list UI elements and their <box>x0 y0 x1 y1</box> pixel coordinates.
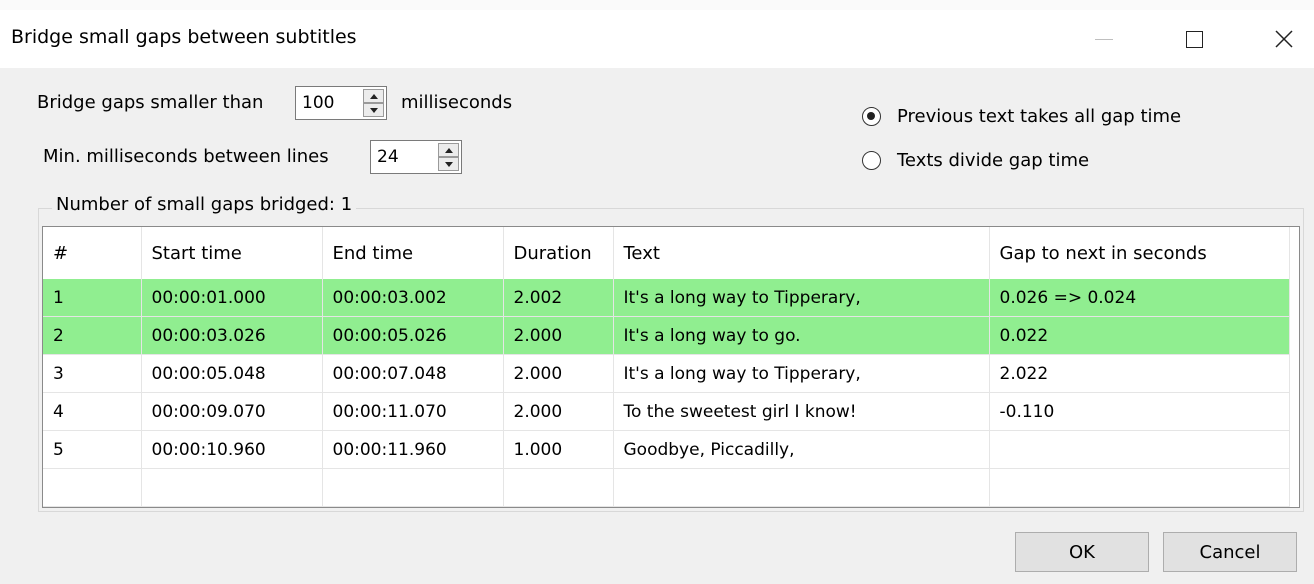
maximize-button[interactable] <box>1154 10 1234 68</box>
cell-start-time: 00:00:10.960 <box>141 430 323 469</box>
cell-duration: 1.000 <box>503 430 614 469</box>
close-button[interactable] <box>1244 10 1314 68</box>
cell-end-time: 00:00:11.960 <box>322 430 504 469</box>
close-icon <box>1275 30 1293 48</box>
bridge-gaps-spin-buttons[interactable] <box>363 89 384 117</box>
table-header-row: # Start time End time Duration Text Gap … <box>43 227 1290 279</box>
cell-end-time: 00:00:11.070 <box>322 392 504 431</box>
cell-end-time: 00:00:03.002 <box>322 279 504 317</box>
maximize-icon <box>1185 30 1203 48</box>
column-header-end-time[interactable]: End time <box>322 227 504 279</box>
min-ms-stepper[interactable] <box>370 140 462 174</box>
radio-selected-dot <box>867 112 875 120</box>
cell-number: 5 <box>43 430 142 469</box>
bridge-gaps-input[interactable] <box>296 87 362 119</box>
cell-end-time: 00:00:05.026 <box>322 316 504 355</box>
dialog-title: Bridge small gaps between subtitles <box>11 26 357 48</box>
column-header-number[interactable]: # <box>43 227 142 279</box>
cell-text: Goodbye, Piccadilly, <box>613 430 990 469</box>
cell-number: 3 <box>43 354 142 393</box>
min-ms-input[interactable] <box>371 141 437 173</box>
table-row[interactable]: 5 00:00:10.960 00:00:11.960 1.000 Goodby… <box>43 430 1290 469</box>
minimize-button[interactable] <box>1064 10 1144 68</box>
minimize-icon <box>1095 38 1113 40</box>
radio-divide-gap[interactable] <box>862 151 881 170</box>
cell-start-time: 00:00:05.048 <box>141 354 323 393</box>
min-ms-increment-button[interactable] <box>438 143 459 157</box>
cell-number: 4 <box>43 392 142 431</box>
bridge-gaps-decrement-button[interactable] <box>363 103 384 117</box>
table-row[interactable]: 3 00:00:05.048 00:00:07.048 2.000 It's a… <box>43 354 1290 393</box>
bridge-gaps-increment-button[interactable] <box>363 89 384 103</box>
min-ms-decrement-button[interactable] <box>438 157 459 171</box>
cell-number: 2 <box>43 316 142 355</box>
cell-duration: 2.000 <box>503 316 614 355</box>
cancel-button[interactable]: Cancel <box>1163 532 1297 572</box>
cell-text: It's a long way to go. <box>613 316 990 355</box>
subtitles-list[interactable]: # Start time End time Duration Text Gap … <box>42 226 1300 508</box>
dialog-window: Bridge small gaps between subtitles Brid… <box>0 0 1314 584</box>
arrow-down-icon <box>444 161 453 167</box>
cell-text: To the sweetest girl I know! <box>613 392 990 431</box>
cell-gap: 0.022 <box>989 316 1290 355</box>
min-ms-label: Min. milliseconds between lines <box>43 146 329 167</box>
cell-start-time: 00:00:03.026 <box>141 316 323 355</box>
column-header-duration[interactable]: Duration <box>503 227 614 279</box>
table-row[interactable]: 4 00:00:09.070 00:00:11.070 2.000 To the… <box>43 392 1290 431</box>
column-header-gap[interactable]: Gap to next in seconds <box>989 227 1290 279</box>
subtitles-table: # Start time End time Duration Text Gap … <box>43 227 1290 507</box>
cell-text: It's a long way to Tipperary, <box>613 354 990 393</box>
min-ms-spin-buttons[interactable] <box>438 143 459 171</box>
cell-text: It's a long way to Tipperary, <box>613 279 990 317</box>
bridge-gaps-label: Bridge gaps smaller than <box>37 92 264 113</box>
cell-duration: 2.002 <box>503 279 614 317</box>
column-header-start-time[interactable]: Start time <box>141 227 323 279</box>
gaps-bridged-count-label: Number of small gaps bridged: 1 <box>52 194 357 215</box>
arrow-up-icon <box>369 93 378 99</box>
title-bar[interactable]: Bridge small gaps between subtitles <box>0 10 1314 68</box>
arrow-down-icon <box>369 107 378 113</box>
cell-duration: 2.000 <box>503 354 614 393</box>
cell-duration: 2.000 <box>503 392 614 431</box>
cell-number: 1 <box>43 279 142 317</box>
table-row[interactable]: 1 00:00:01.000 00:00:03.002 2.002 It's a… <box>43 279 1290 317</box>
cell-start-time: 00:00:01.000 <box>141 279 323 317</box>
ok-button[interactable]: OK <box>1015 532 1149 572</box>
table-row[interactable]: 2 00:00:03.026 00:00:05.026 2.000 It's a… <box>43 316 1290 355</box>
cell-gap: 2.022 <box>989 354 1290 393</box>
cell-gap: -0.110 <box>989 392 1290 431</box>
cancel-button-label: Cancel <box>1199 541 1261 563</box>
arrow-up-icon <box>444 147 453 153</box>
background-strip <box>0 0 1314 10</box>
cell-gap <box>989 430 1290 469</box>
bridge-gaps-stepper[interactable] <box>295 86 387 120</box>
bridge-gaps-unit-label: milliseconds <box>401 92 513 113</box>
cell-gap: 0.026 => 0.024 <box>989 279 1290 317</box>
ok-button-label: OK <box>1069 541 1095 563</box>
column-header-text[interactable]: Text <box>613 227 990 279</box>
radio-previous-text[interactable] <box>862 107 881 126</box>
cell-end-time: 00:00:07.048 <box>322 354 504 393</box>
radio-divide-gap-label[interactable]: Texts divide gap time <box>897 150 1089 171</box>
horizontal-scrollbar[interactable] <box>43 497 1299 507</box>
radio-previous-text-label[interactable]: Previous text takes all gap time <box>897 106 1181 127</box>
cell-start-time: 00:00:09.070 <box>141 392 323 431</box>
